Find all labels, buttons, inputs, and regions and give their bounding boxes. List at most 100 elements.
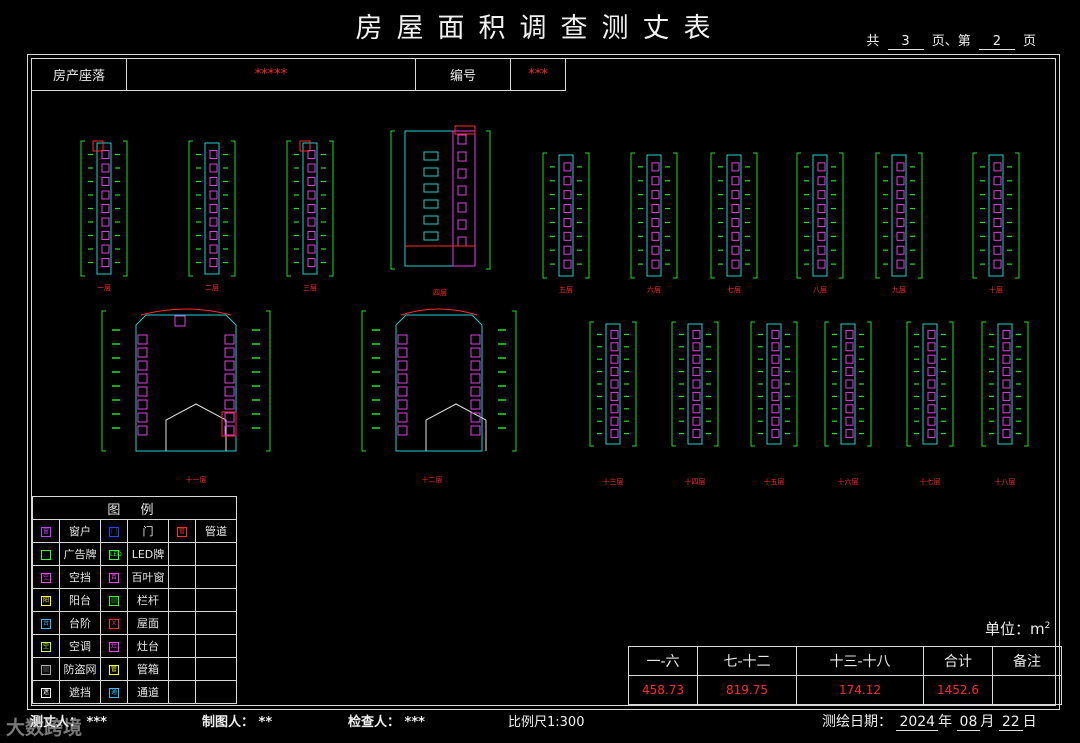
window-symbol bbox=[731, 204, 740, 214]
summary-header: 一-六 bbox=[628, 646, 698, 676]
legend-symbol: 阳 bbox=[32, 588, 60, 612]
window-symbol bbox=[771, 391, 780, 401]
floor-label: 十七层 bbox=[920, 477, 941, 486]
room-box bbox=[423, 231, 439, 241]
window-symbol bbox=[209, 177, 218, 186]
building-outline bbox=[135, 314, 237, 452]
window-symbol bbox=[771, 429, 780, 439]
window-symbol bbox=[224, 347, 235, 358]
legend-symbol-icon: 台 bbox=[41, 618, 51, 629]
window-symbol bbox=[397, 360, 408, 371]
legend-row: 窗窗户门门管管道 bbox=[32, 519, 237, 543]
dimension-line bbox=[875, 152, 880, 279]
date-day: 22 bbox=[998, 714, 1023, 731]
date-year: 2024 bbox=[896, 714, 939, 731]
window-symbol bbox=[457, 134, 467, 145]
window-symbol bbox=[771, 354, 780, 364]
window-symbol bbox=[610, 404, 619, 414]
window-symbol bbox=[692, 329, 701, 339]
summary-value bbox=[992, 675, 1062, 705]
window-symbol bbox=[137, 399, 148, 410]
window-symbol bbox=[209, 217, 218, 227]
window-symbol bbox=[397, 334, 408, 345]
legend-symbol bbox=[168, 565, 196, 589]
window-symbol bbox=[692, 379, 701, 389]
floor-label: 四层 bbox=[433, 289, 447, 297]
window-symbol bbox=[817, 204, 826, 214]
stair-outline bbox=[425, 403, 487, 451]
legend-label: 台阶 bbox=[59, 611, 101, 635]
window-symbol bbox=[397, 347, 408, 358]
window-symbol bbox=[817, 190, 826, 200]
window-symbol bbox=[927, 429, 936, 439]
summary-header: 十三-十八 bbox=[796, 646, 924, 676]
window-symbol bbox=[651, 245, 660, 255]
window-symbol bbox=[927, 329, 936, 339]
dimension-line bbox=[80, 140, 85, 277]
window-symbol bbox=[397, 399, 408, 410]
window-symbol bbox=[651, 217, 660, 227]
window-symbol bbox=[224, 360, 235, 371]
legend-symbol-icon: 通 bbox=[109, 687, 119, 698]
window-symbol bbox=[307, 190, 316, 200]
floor-label: 五层 bbox=[559, 286, 573, 294]
legend-symbol-icon: 遮 bbox=[41, 687, 51, 698]
window-symbol bbox=[470, 360, 481, 371]
window-symbol bbox=[651, 190, 660, 200]
window-symbol bbox=[1002, 391, 1011, 401]
dimension-line bbox=[949, 321, 954, 447]
window-symbol bbox=[137, 425, 148, 436]
window-symbol bbox=[993, 162, 1002, 172]
dimension-line bbox=[824, 321, 829, 447]
window-symbol bbox=[771, 416, 780, 426]
dimension-line bbox=[512, 310, 517, 452]
window-symbol bbox=[307, 217, 316, 227]
legend-label: 灶台 bbox=[127, 634, 169, 658]
window-symbol bbox=[731, 176, 740, 186]
floor-label: 十八层 bbox=[995, 477, 1016, 486]
window-symbol bbox=[137, 386, 148, 397]
window-symbol bbox=[137, 334, 148, 345]
window-symbol bbox=[457, 202, 467, 213]
dimension-line bbox=[123, 140, 128, 277]
dimension-line bbox=[918, 152, 923, 279]
legend-label: 百叶窗 bbox=[127, 565, 169, 589]
unit-label: 单位：m2 bbox=[985, 618, 1050, 639]
floor-label: 十层 bbox=[989, 285, 1003, 294]
dimension-line bbox=[793, 321, 798, 447]
legend-row: ||| 防盗网管管箱 bbox=[32, 657, 237, 681]
window-symbol bbox=[1002, 354, 1011, 364]
legend-symbol: 台 bbox=[32, 611, 60, 635]
window-symbol bbox=[397, 425, 408, 436]
window-symbol bbox=[896, 231, 905, 241]
window-symbol bbox=[651, 259, 660, 269]
legend-symbol: LED bbox=[100, 542, 128, 566]
floor-label: 七层 bbox=[727, 285, 741, 294]
window-symbol bbox=[563, 231, 572, 241]
room-box bbox=[423, 151, 439, 161]
building-outline bbox=[726, 154, 742, 277]
legend-label: 管箱 bbox=[127, 657, 169, 681]
window-symbol bbox=[101, 177, 110, 186]
window-symbol bbox=[174, 315, 186, 327]
window-symbol bbox=[1002, 367, 1011, 377]
dimension-line bbox=[486, 130, 491, 270]
floor-label: 九层 bbox=[892, 285, 906, 294]
window-symbol bbox=[224, 334, 235, 345]
legend-title: 图 例 bbox=[32, 496, 237, 520]
window-symbol bbox=[993, 231, 1002, 241]
legend-label: 管道 bbox=[195, 519, 237, 543]
window-symbol bbox=[563, 217, 572, 227]
window-symbol bbox=[137, 360, 148, 371]
dimension-line bbox=[266, 310, 271, 452]
window-symbol bbox=[101, 163, 110, 173]
window-symbol bbox=[692, 429, 701, 439]
window-symbol bbox=[209, 190, 218, 200]
date-day-unit: 日 bbox=[1022, 714, 1037, 730]
room-box bbox=[423, 199, 439, 209]
checker-label: 检查人： bbox=[348, 715, 401, 730]
date-month-unit: 月 bbox=[980, 714, 995, 730]
window-symbol bbox=[896, 259, 905, 269]
window-symbol bbox=[457, 185, 467, 196]
window-symbol bbox=[927, 354, 936, 364]
